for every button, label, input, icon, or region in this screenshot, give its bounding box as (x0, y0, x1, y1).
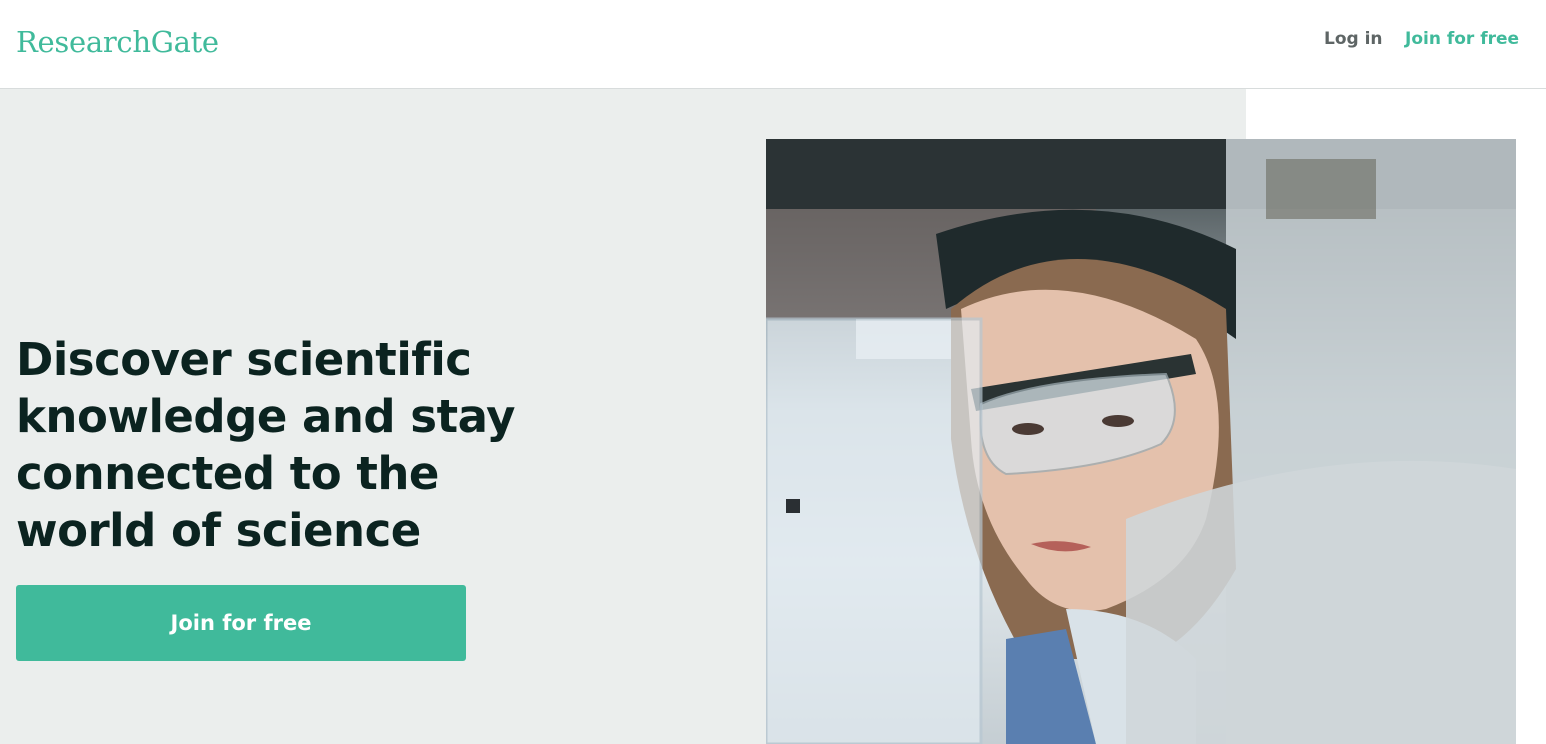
eye-left (1012, 423, 1044, 435)
log-in-link[interactable]: Log in (1324, 29, 1383, 49)
eye-right (1102, 415, 1134, 427)
container-clip (786, 499, 800, 513)
join-for-free-button[interactable]: Join for free (16, 585, 466, 661)
blurred-foreground-glass (1126, 460, 1516, 744)
top-navigation-bar: ResearchGate Log in Join for free (0, 0, 1546, 89)
blurred-equipment-top (1266, 159, 1376, 219)
researchgate-logo[interactable]: ResearchGate (16, 25, 219, 59)
hero-headline: Discover scientific knowledge and stay c… (16, 333, 515, 557)
scientist-in-lab-photo (766, 139, 1516, 744)
glass-container-left (766, 317, 983, 744)
join-for-free-link[interactable]: Join for free (1405, 29, 1519, 49)
scientist-illustration (766, 139, 1516, 744)
